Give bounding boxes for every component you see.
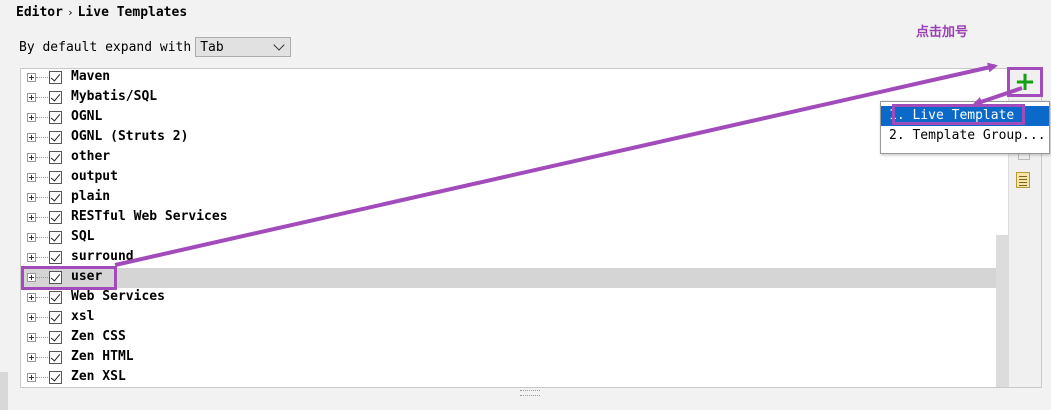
tree-connector	[36, 297, 48, 298]
tree-connector	[36, 137, 48, 138]
expand-toggle-icon[interactable]	[27, 333, 36, 342]
expand-toggle-icon[interactable]	[27, 173, 36, 182]
breadcrumb-section[interactable]: Editor	[16, 5, 63, 20]
template-group-label: plain	[71, 189, 111, 204]
tree-row[interactable]: Zen HTML	[21, 348, 1009, 368]
tree-connector	[36, 117, 48, 118]
tree-row[interactable]: output	[21, 168, 1009, 188]
template-group-checkbox[interactable]	[49, 331, 62, 344]
template-group-label: RESTful Web Services	[71, 209, 228, 224]
tree-row[interactable]: surround	[21, 248, 1009, 268]
tree-connector	[36, 357, 48, 358]
breadcrumb: Editor › Live Templates	[16, 5, 187, 20]
annotation-text: 点击加号	[916, 25, 969, 40]
tree-connector	[36, 377, 48, 378]
template-group-checkbox[interactable]	[49, 71, 62, 84]
template-group-label: Web Services	[71, 289, 165, 304]
template-group-checkbox[interactable]	[49, 91, 62, 104]
expand-toggle-icon[interactable]	[27, 293, 36, 302]
template-doc-icon[interactable]	[1016, 172, 1030, 188]
resize-grip[interactable]	[520, 390, 540, 396]
template-group-label: OGNL	[71, 109, 103, 124]
tree-connector	[36, 337, 48, 338]
tree-row[interactable]: Mybatis/SQL	[21, 88, 1009, 108]
tree-row[interactable]: Zen XSL	[21, 368, 1009, 387]
tree-row[interactable]: RESTful Web Services	[21, 208, 1009, 228]
tree-connector	[36, 157, 48, 158]
tree-row[interactable]: SQL	[21, 228, 1009, 248]
tree-connector	[36, 237, 48, 238]
menu-item-template-group[interactable]: 2. Template Group...	[881, 126, 1049, 146]
template-group-checkbox[interactable]	[49, 311, 62, 324]
expand-select-value: Tab	[200, 39, 224, 55]
chevron-down-icon	[273, 39, 285, 51]
expand-toggle-icon[interactable]	[27, 233, 36, 242]
template-group-checkbox[interactable]	[49, 191, 62, 204]
expand-toggle-icon[interactable]	[27, 313, 36, 322]
expand-toggle-icon[interactable]	[27, 73, 36, 82]
expand-label: By default expand with	[19, 39, 192, 55]
breadcrumb-page: Live Templates	[77, 5, 188, 20]
tree-connector	[36, 77, 48, 78]
expand-toggle-icon[interactable]	[27, 213, 36, 222]
template-group-checkbox[interactable]	[49, 351, 62, 364]
expand-toggle-icon[interactable]	[27, 353, 36, 362]
expand-toggle-icon[interactable]	[27, 133, 36, 142]
expand-toggle-icon[interactable]	[27, 93, 36, 102]
template-group-label: xsl	[71, 309, 95, 324]
tree-row[interactable]: xsl	[21, 308, 1009, 328]
tree-row[interactable]: Web Services	[21, 288, 1009, 308]
tree-row[interactable]: other	[21, 148, 1009, 168]
tree-row[interactable]: Zen CSS	[21, 328, 1009, 348]
expand-setting: By default expand with Tab	[19, 37, 292, 57]
tree-connector	[36, 217, 48, 218]
tree-row[interactable]: user	[21, 268, 1009, 288]
highlight-user-row	[21, 266, 117, 290]
template-group-label: Zen HTML	[71, 349, 134, 364]
template-group-checkbox[interactable]	[49, 291, 62, 304]
tree-connector	[36, 257, 48, 258]
template-group-label: output	[71, 169, 118, 184]
expand-toggle-icon[interactable]	[27, 373, 36, 382]
expand-toggle-icon[interactable]	[27, 113, 36, 122]
template-group-label: Mybatis/SQL	[71, 89, 158, 104]
template-group-checkbox[interactable]	[49, 211, 62, 224]
tree-row[interactable]: plain	[21, 188, 1009, 208]
left-panel-edge	[0, 372, 8, 410]
template-group-checkbox[interactable]	[49, 371, 62, 384]
tree-row[interactable]: OGNL (Struts 2)	[21, 128, 1009, 148]
tree-connector	[36, 97, 48, 98]
template-group-label: other	[71, 149, 111, 164]
template-group-label: Zen XSL	[71, 369, 126, 384]
template-group-checkbox[interactable]	[49, 111, 62, 124]
highlight-live-template-item	[892, 104, 1025, 125]
tree-connector	[36, 317, 48, 318]
template-group-label: Zen CSS	[71, 329, 126, 344]
template-group-checkbox[interactable]	[49, 231, 62, 244]
tree-row[interactable]: OGNL	[21, 108, 1009, 128]
expand-toggle-icon[interactable]	[27, 153, 36, 162]
vertical-scrollbar[interactable]	[996, 235, 1008, 387]
template-group-label: Maven	[71, 69, 111, 84]
template-group-checkbox[interactable]	[49, 131, 62, 144]
template-group-checkbox[interactable]	[49, 251, 62, 264]
tree-connector	[36, 177, 48, 178]
template-group-label: OGNL (Struts 2)	[71, 129, 189, 144]
highlight-add-button	[1007, 67, 1043, 97]
template-group-label: SQL	[71, 229, 95, 244]
expand-toggle-icon[interactable]	[27, 193, 36, 202]
tree-row[interactable]: Maven	[21, 69, 1009, 88]
tree-connector	[36, 197, 48, 198]
expand-select[interactable]: Tab	[195, 37, 292, 57]
template-group-checkbox[interactable]	[49, 171, 62, 184]
expand-toggle-icon[interactable]	[27, 253, 36, 262]
template-group-label: surround	[71, 249, 134, 264]
breadcrumb-separator: ›	[66, 6, 74, 19]
template-group-checkbox[interactable]	[49, 151, 62, 164]
